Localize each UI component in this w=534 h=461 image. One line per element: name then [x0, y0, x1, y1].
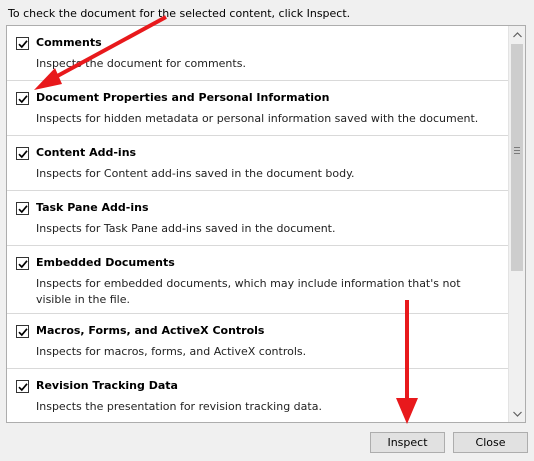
revision-tracking-checkbox[interactable] [16, 380, 29, 393]
content-addins-checkbox[interactable] [16, 147, 29, 160]
item-title: Task Pane Add-ins [36, 201, 149, 214]
list-item-embedded-documents: Embedded Documents Inspects for embedded… [7, 246, 510, 314]
scroll-thumb[interactable] [511, 44, 523, 271]
vertical-scrollbar[interactable] [508, 26, 525, 422]
grip-line [514, 153, 520, 154]
item-description: Inspects the document for comments. [36, 57, 246, 70]
item-title: Document Properties and Personal Informa… [36, 91, 330, 104]
item-description: Inspects for Content add-ins saved in th… [36, 167, 355, 180]
grip-line [514, 150, 520, 151]
inspect-button[interactable]: Inspect [370, 432, 445, 453]
scroll-up-icon[interactable] [509, 26, 525, 43]
list-item-comments: Comments Inspects the document for comme… [7, 26, 510, 81]
item-title: Revision Tracking Data [36, 379, 178, 392]
list-item-revision-tracking: Revision Tracking Data Inspects the pres… [7, 369, 510, 422]
item-description: Inspects for macros, forms, and ActiveX … [36, 345, 307, 358]
scroll-down-icon[interactable] [509, 405, 525, 422]
embedded-documents-checkbox[interactable] [16, 257, 29, 270]
task-pane-addins-checkbox[interactable] [16, 202, 29, 215]
document-properties-checkbox[interactable] [16, 92, 29, 105]
item-title: Embedded Documents [36, 256, 175, 269]
instruction-text: To check the document for the selected c… [8, 7, 351, 20]
grip-line [514, 147, 520, 148]
list-item-macros: Macros, Forms, and ActiveX Controls Insp… [7, 314, 510, 369]
inspection-items: Comments Inspects the document for comme… [7, 26, 510, 422]
macros-checkbox[interactable] [16, 325, 29, 338]
list-item-content-addins: Content Add-ins Inspects for Content add… [7, 136, 510, 191]
close-button[interactable]: Close [453, 432, 528, 453]
item-title: Content Add-ins [36, 146, 137, 159]
item-description: Inspects for embedded documents, which m… [36, 277, 461, 306]
list-item-task-pane-addins: Task Pane Add-ins Inspects for Task Pane… [7, 191, 510, 246]
item-title: Macros, Forms, and ActiveX Controls [36, 324, 265, 337]
item-description: Inspects for Task Pane add-ins saved in … [36, 222, 336, 235]
item-description: Inspects for hidden metadata or personal… [36, 112, 479, 125]
item-description: Inspects the presentation for revision t… [36, 400, 322, 413]
comments-checkbox[interactable] [16, 37, 29, 50]
item-title: Comments [36, 36, 102, 49]
inspection-list: Comments Inspects the document for comme… [6, 25, 526, 423]
list-item-document-properties: Document Properties and Personal Informa… [7, 81, 510, 136]
